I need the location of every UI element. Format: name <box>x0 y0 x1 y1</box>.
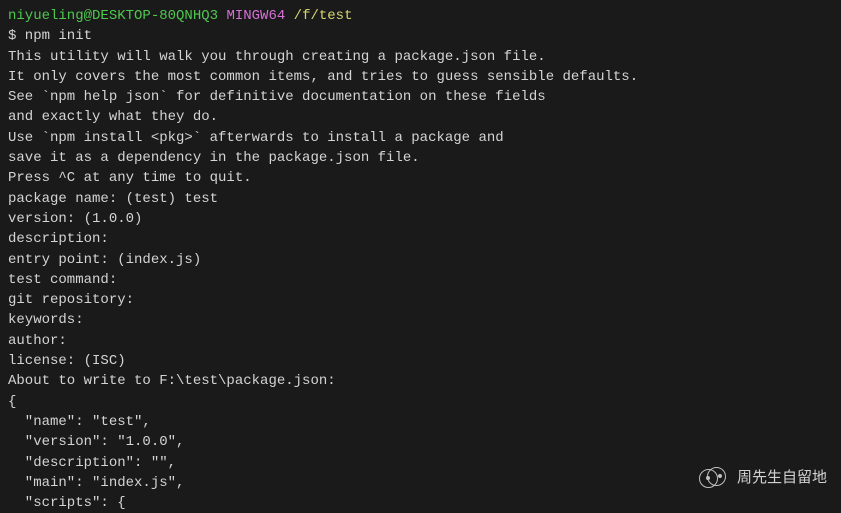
watermark-text: 周先生自留地 <box>737 467 827 489</box>
output-line: keywords: <box>8 310 833 330</box>
output-line: author: <box>8 331 833 351</box>
prompt-user: niyueling@DESKTOP-80QNHQ3 <box>8 8 218 24</box>
output-line: git repository: <box>8 290 833 310</box>
output-line: { <box>8 392 833 412</box>
watermark: 周先生自留地 <box>699 467 827 489</box>
prompt-shell: MINGW64 <box>226 8 285 24</box>
output-line: description: <box>8 229 833 249</box>
output-line: test command: <box>8 270 833 290</box>
output-line: It only covers the most common items, an… <box>8 67 833 87</box>
output-line: Use `npm install <pkg>` afterwards to in… <box>8 128 833 148</box>
output-line: save it as a dependency in the package.j… <box>8 148 833 168</box>
output-line: and exactly what they do. <box>8 107 833 127</box>
output-line: package name: (test) test <box>8 189 833 209</box>
prompt-line[interactable]: niyueling@DESKTOP-80QNHQ3 MINGW64 /f/tes… <box>8 6 833 26</box>
output-line: license: (ISC) <box>8 351 833 371</box>
command-line[interactable]: $ npm init <box>8 26 833 46</box>
output-line: Press ^C at any time to quit. <box>8 168 833 188</box>
prompt-path: /f/test <box>294 8 353 24</box>
output-line: version: (1.0.0) <box>8 209 833 229</box>
output-line: "name": "test", <box>8 412 833 432</box>
output-line: "version": "1.0.0", <box>8 432 833 452</box>
output-line: This utility will walk you through creat… <box>8 47 833 67</box>
output-line: entry point: (index.js) <box>8 250 833 270</box>
output-line: "scripts": { <box>8 493 833 513</box>
output-line: About to write to F:\test\package.json: <box>8 371 833 391</box>
wechat-icon <box>699 467 729 489</box>
output-line: See `npm help json` for definitive docum… <box>8 87 833 107</box>
